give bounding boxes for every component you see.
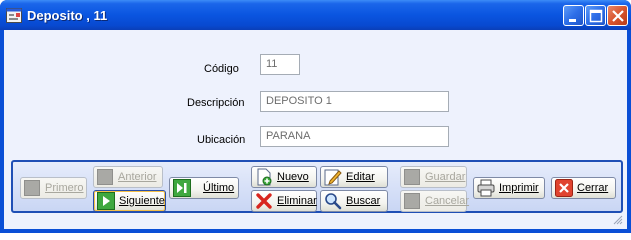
magnifier-icon xyxy=(325,193,342,210)
cerrar-label: Cerrar xyxy=(577,182,609,194)
close-icon xyxy=(612,10,624,22)
cancelar-label: Cancelar xyxy=(425,195,470,207)
primero-label: Primero xyxy=(45,182,84,194)
close-box-icon xyxy=(555,179,573,197)
skip-last-icon xyxy=(173,179,191,197)
save-icon xyxy=(404,169,420,185)
imprimir-label: Imprimir xyxy=(499,182,539,194)
new-document-icon xyxy=(257,168,272,186)
cancelar-button[interactable]: Cancelar xyxy=(400,190,470,212)
primero-button[interactable]: Primero xyxy=(20,177,87,199)
siguiente-button[interactable]: Siguiente xyxy=(93,190,166,212)
form-area: Código 11 Descripción DEPOSITO 1 Ubicaci… xyxy=(4,30,627,229)
ultimo-label: Último xyxy=(203,182,235,194)
cerrar-button[interactable]: Cerrar xyxy=(551,177,616,199)
buscar-label: Buscar xyxy=(346,195,381,207)
eliminar-label: Eliminar xyxy=(277,195,317,207)
eliminar-button[interactable]: Eliminar xyxy=(251,190,317,212)
codigo-field[interactable]: 11 xyxy=(260,54,300,75)
cancel-icon xyxy=(404,193,420,209)
red-x-icon xyxy=(256,193,272,209)
guardar-label: Guardar xyxy=(425,171,466,183)
minimize-icon xyxy=(569,19,576,22)
window-form-icon xyxy=(6,8,22,23)
printer-icon xyxy=(477,179,495,197)
ubicacion-label: Ubicación xyxy=(197,134,246,146)
ubicacion-field[interactable]: PARANA xyxy=(260,126,449,147)
descripcion-field[interactable]: DEPOSITO 1 xyxy=(260,91,449,112)
buscar-button[interactable]: Buscar xyxy=(320,190,388,212)
siguiente-label: Siguiente xyxy=(119,195,165,207)
nuevo-label: Nuevo xyxy=(277,171,309,183)
anterior-label: Anterior xyxy=(118,171,157,183)
guardar-button[interactable]: Guardar xyxy=(400,166,467,188)
first-icon xyxy=(24,180,40,196)
previous-icon xyxy=(97,169,113,185)
editar-label: Editar xyxy=(346,171,375,183)
codigo-label: Código xyxy=(204,63,239,75)
title-bar[interactable]: Deposito , 11 xyxy=(0,0,631,30)
editar-button[interactable]: Editar xyxy=(320,166,388,188)
imprimir-button[interactable]: Imprimir xyxy=(473,177,545,199)
maximize-button[interactable] xyxy=(585,5,606,26)
navigation-toolbar: Primero Anterior Siguiente Último Nuevo … xyxy=(11,160,623,213)
edit-pencil-icon xyxy=(324,169,342,186)
ultimo-button[interactable]: Último xyxy=(169,177,239,199)
play-next-icon xyxy=(97,192,115,210)
maximize-icon xyxy=(589,9,603,23)
close-button[interactable] xyxy=(607,5,628,26)
nuevo-button[interactable]: Nuevo xyxy=(251,166,317,188)
resize-grip-icon[interactable] xyxy=(613,215,623,225)
descripcion-label: Descripción xyxy=(187,97,245,109)
minimize-button[interactable] xyxy=(563,5,584,26)
window: Deposito , 11 Código 11 Descripción DEPO… xyxy=(0,0,631,233)
window-title: Deposito , 11 xyxy=(27,8,108,23)
anterior-button[interactable]: Anterior xyxy=(93,166,163,188)
